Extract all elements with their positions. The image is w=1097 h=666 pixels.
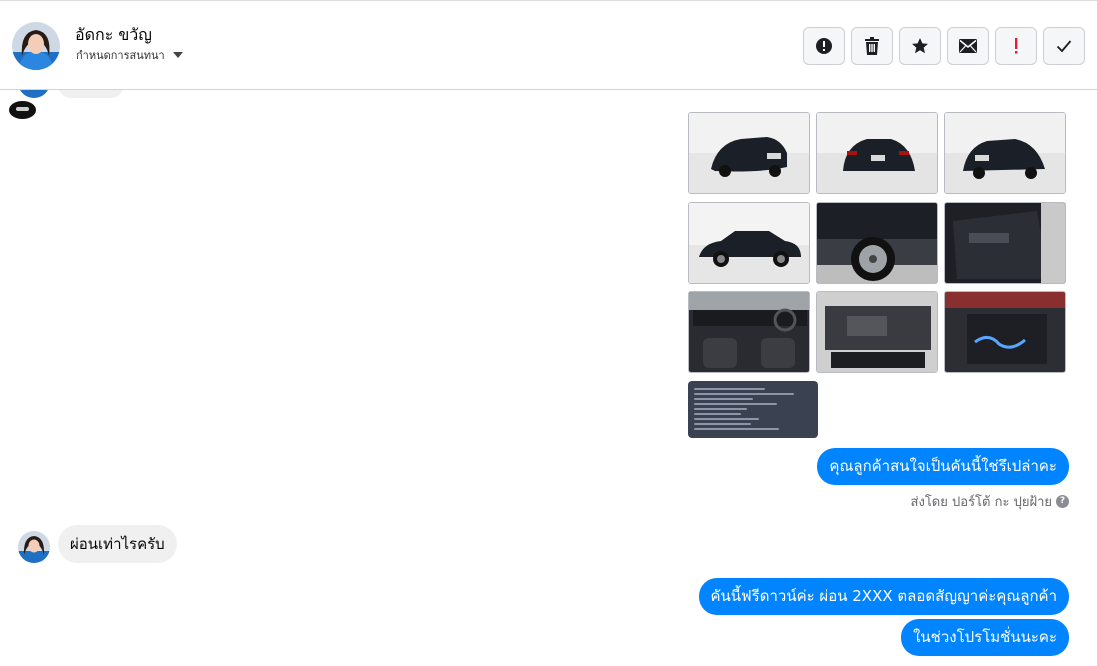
trash-icon	[865, 37, 879, 55]
previous-message-bubble	[58, 90, 124, 98]
message-thread[interactable]: คุณลูกค้าสนใจเป็นคันนี้ใช่รึเปล่าคะ ส่งโ…	[0, 90, 1097, 666]
conversation-settings-dropdown[interactable]: กำหนดการสนทนา	[76, 46, 183, 64]
help-icon[interactable]: ?	[1056, 495, 1069, 508]
exclamation-icon	[1015, 38, 1018, 54]
car-photo-rear-three-quarter[interactable]	[688, 112, 810, 194]
vehicle-spec-card[interactable]	[688, 381, 818, 438]
contact-name[interactable]: อัดกะ ขวัญ	[75, 23, 152, 48]
page-logo-badge	[9, 101, 36, 119]
car-photo-rear[interactable]	[816, 112, 938, 194]
outgoing-message[interactable]: คันนี้ฟรีดาวน์ค่ะ ผ่อน 2XXX ตลอดสัญญาค่ะ…	[698, 578, 1069, 615]
delete-button[interactable]	[851, 27, 893, 65]
mark-unread-button[interactable]	[947, 27, 989, 65]
conversation-header: อัดกะ ขวัญ กำหนดการสนทนา	[0, 0, 1097, 90]
car-photo-side[interactable]	[688, 202, 810, 284]
follow-up-button[interactable]	[995, 27, 1037, 65]
cut-off-sent-by-label	[909, 660, 1069, 666]
incoming-message[interactable]: ผ่อนเท่าไรครับ	[58, 525, 177, 563]
sent-by-text: ส่งโดย ปอร์โต้ กะ ปุยฝ้าย	[910, 495, 1052, 510]
star-icon	[912, 38, 928, 54]
car-photo-engine[interactable]	[816, 291, 938, 373]
contact-avatar-small	[18, 531, 50, 563]
alert-circle-icon	[816, 38, 832, 54]
contact-avatar[interactable]	[12, 22, 60, 70]
check-icon	[1056, 40, 1072, 53]
car-photo-rear-right[interactable]	[944, 112, 1066, 194]
car-photo-door-panel[interactable]	[944, 202, 1066, 284]
mark-done-button[interactable]	[1043, 27, 1085, 65]
sent-by-label: ส่งโดย ปอร์โต้ กะ ปุยฝ้าย ?	[911, 491, 1069, 512]
car-photo-battery[interactable]	[944, 291, 1066, 373]
outgoing-message[interactable]: ในช่วงโปรโมชั่นนะคะ	[901, 619, 1069, 656]
envelope-icon	[959, 39, 977, 53]
outgoing-message[interactable]: คุณลูกค้าสนใจเป็นคันนี้ใช่รึเปล่าคะ	[817, 448, 1069, 485]
conversation-actions	[803, 27, 1085, 65]
spam-button[interactable]	[803, 27, 845, 65]
star-button[interactable]	[899, 27, 941, 65]
caret-down-icon	[172, 52, 183, 58]
car-photo-wheel[interactable]	[816, 202, 938, 284]
car-photo-interior[interactable]	[688, 291, 810, 373]
conversation-settings-label: กำหนดการสนทนา	[76, 49, 165, 62]
contact-avatar-small	[18, 90, 50, 98]
